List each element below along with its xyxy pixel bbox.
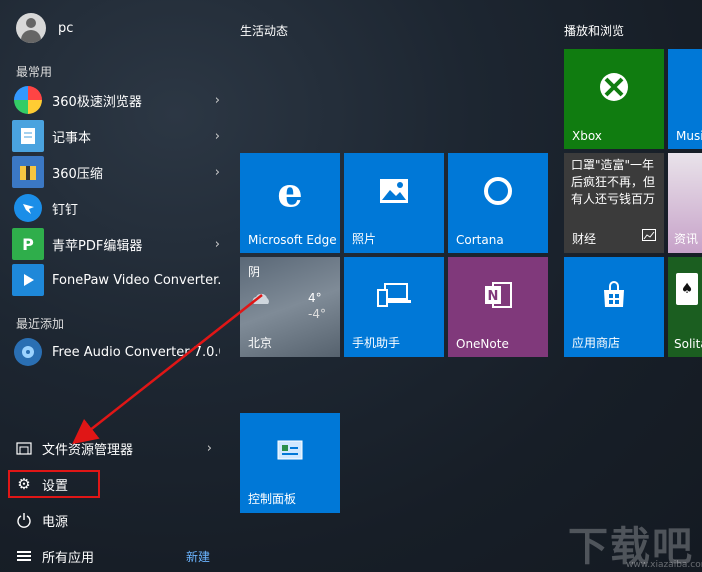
tile-solitaire[interactable]: ♠ Solita	[668, 257, 702, 357]
tile-store[interactable]: 应用商店	[564, 257, 664, 357]
app-item-fonepaw[interactable]: FonePaw Video Converter...	[12, 264, 220, 296]
playing-cards-icon: ♠	[676, 273, 698, 305]
tile-photos[interactable]: 照片	[344, 153, 444, 253]
most-used-label: 最常用	[16, 65, 53, 79]
control-panel-icon	[276, 439, 304, 467]
app-label: 360极速浏览器	[52, 94, 142, 110]
pdf-editor-icon: P	[12, 228, 44, 260]
app-label: 360压缩	[52, 166, 103, 182]
tile-phone-companion[interactable]: 手机助手	[344, 257, 444, 357]
app-item-notepad[interactable]: 记事本 ›	[12, 120, 220, 152]
group-title-life: 生活动态	[240, 24, 289, 38]
xbox-icon	[598, 71, 630, 107]
photo-icon	[379, 178, 409, 208]
all-apps-item[interactable]: 所有应用	[16, 542, 94, 570]
phone-laptop-icon	[377, 282, 411, 312]
tile-weather[interactable]: 阴 4° -4° 北京	[240, 257, 340, 357]
tile-xbox[interactable]: Xbox	[564, 49, 664, 149]
app-item-pdf-editor[interactable]: P 青苹PDF编辑器 ›	[12, 228, 220, 260]
chevron-right-icon[interactable]: ›	[198, 441, 212, 456]
tile-finance[interactable]: 口罩"造富"一年后疯狂不再，但有人还亏钱百万 财经	[564, 153, 664, 253]
file-explorer-label: 文件资源管理器	[42, 442, 134, 458]
user-account[interactable]: pc	[16, 12, 73, 44]
tile-label: 应用商店	[572, 336, 621, 350]
dingding-icon	[14, 194, 42, 222]
chevron-right-icon[interactable]: ›	[206, 165, 220, 180]
cloud-icon	[250, 291, 272, 310]
tile-music[interactable]: Musi	[668, 49, 702, 149]
list-icon	[16, 548, 32, 564]
audio-converter-icon	[14, 338, 42, 366]
group-title-play: 播放和浏览	[564, 24, 625, 38]
chevron-right-icon[interactable]: ›	[206, 93, 220, 108]
power-icon	[16, 512, 32, 528]
chevron-right-icon[interactable]: ›	[206, 237, 220, 252]
tile-onenote[interactable]: N OneNote	[448, 257, 548, 357]
tile-label: Microsoft Edge	[248, 233, 337, 247]
power-label: 电源	[42, 514, 69, 530]
notepad-icon	[12, 120, 44, 152]
weather-low: -4°	[308, 307, 326, 321]
chevron-right-icon[interactable]: ›	[206, 129, 220, 144]
chart-icon	[642, 226, 656, 245]
file-explorer-item[interactable]: 文件资源管理器 ›	[16, 434, 212, 462]
user-name: pc	[58, 20, 74, 36]
weather-city: 北京	[248, 336, 273, 350]
tile-edge[interactable]: e Microsoft Edge	[240, 153, 340, 253]
tile-label: 财经	[572, 232, 597, 246]
weather-condition: 阴	[248, 265, 261, 279]
finance-headline: 口罩"造富"一年后疯狂不再，但有人还亏钱百万	[571, 158, 656, 206]
svg-text:N: N	[488, 289, 499, 304]
app-label: 青苹PDF编辑器	[52, 238, 143, 254]
tile-label: OneNote	[456, 337, 509, 351]
fonepaw-icon	[12, 264, 44, 296]
gear-icon: ⚙	[17, 475, 31, 493]
tile-label: 控制面板	[248, 492, 297, 506]
app-item-360-zip[interactable]: 360压缩 ›	[12, 156, 220, 188]
folder-icon	[16, 440, 32, 456]
weather-high: 4°	[308, 291, 322, 305]
app-label: FonePaw Video Converter...	[52, 272, 220, 288]
settings-item[interactable]: ⚙ 设置	[16, 470, 68, 498]
tile-label: Musi	[676, 129, 702, 143]
app-item-360-browser[interactable]: 360极速浏览器 ›	[12, 84, 220, 116]
power-item[interactable]: 电源	[16, 506, 68, 534]
tile-label: Solita	[674, 337, 702, 351]
store-icon	[600, 281, 628, 313]
tile-label: Cortana	[456, 233, 504, 247]
app-label: 记事本	[52, 130, 92, 146]
360-zip-icon	[12, 156, 44, 188]
avatar	[16, 13, 46, 43]
tile-label: 资讯	[674, 232, 699, 246]
new-badge[interactable]: 新建	[186, 548, 210, 565]
cortana-icon	[482, 175, 514, 211]
tile-label: 手机助手	[352, 336, 401, 350]
app-label: Free Audio Converter 7.0.0	[52, 344, 220, 360]
tile-label: Xbox	[572, 129, 602, 143]
watermark-url: www.xiazaiba.com	[626, 560, 702, 570]
edge-icon: e	[277, 169, 303, 217]
recently-added-label: 最近添加	[16, 317, 65, 331]
app-item-dingding[interactable]: 钉钉	[12, 192, 220, 224]
tile-label: 照片	[352, 232, 377, 246]
app-label: 钉钉	[52, 202, 79, 218]
tile-control-panel[interactable]: 控制面板	[240, 413, 340, 513]
360-browser-icon	[14, 86, 42, 114]
all-apps-label: 所有应用	[42, 550, 95, 566]
app-item-free-audio-converter[interactable]: Free Audio Converter 7.0.0	[12, 336, 220, 368]
onenote-icon: N	[483, 280, 513, 314]
tile-news[interactable]: 资讯	[668, 153, 702, 253]
settings-label: 设置	[42, 478, 69, 494]
tile-cortana[interactable]: Cortana	[448, 153, 548, 253]
